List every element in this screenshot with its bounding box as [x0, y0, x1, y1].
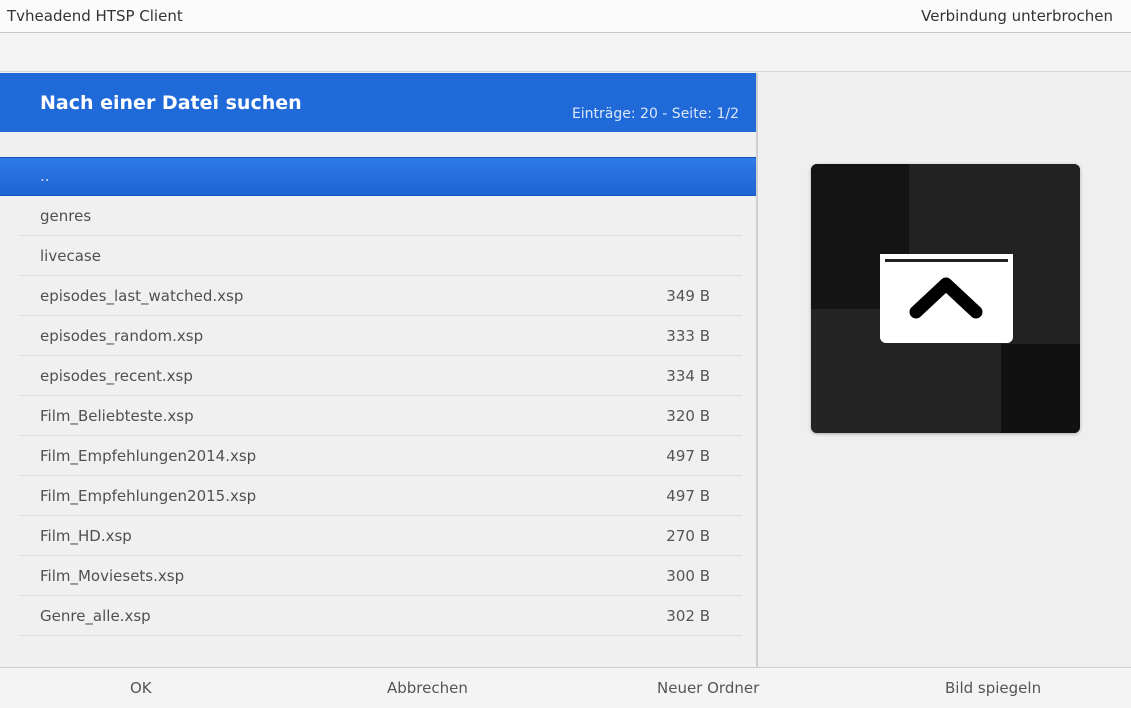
file-size: 497 B	[666, 487, 710, 505]
file-size: 333 B	[666, 327, 710, 345]
file-name: Film_Empfehlungen2015.xsp	[40, 487, 257, 505]
title-bar: Tvheadend HTSP Client Verbindung unterbr…	[0, 0, 1131, 33]
file-row[interactable]: episodes_last_watched.xsp 349 B	[20, 276, 742, 316]
folder-up-icon	[880, 254, 1013, 343]
file-name: Film_HD.xsp	[40, 527, 132, 545]
file-name: episodes_last_watched.xsp	[40, 287, 244, 305]
file-row[interactable]: Film_Moviesets.xsp 300 B	[20, 556, 742, 596]
file-name: genres	[40, 207, 92, 225]
file-row[interactable]: Film_HD.xsp 270 B	[20, 516, 742, 556]
sub-header-bar	[0, 33, 1131, 72]
file-size: 302 B	[666, 607, 710, 625]
dialog-title: Nach einer Datei suchen	[40, 92, 302, 114]
new-folder-button[interactable]: Neuer Ordner	[657, 679, 759, 697]
dialog-header: Nach einer Datei suchen Einträge: 20 - S…	[0, 73, 756, 132]
file-row[interactable]: episodes_random.xsp 333 B	[20, 316, 742, 356]
file-name: Genre_alle.xsp	[40, 607, 151, 625]
button-bar: OK Abbrechen Neuer Ordner Bild spiegeln	[0, 667, 1131, 708]
ok-button[interactable]: OK	[130, 679, 152, 697]
file-browser-dialog: Nach einer Datei suchen Einträge: 20 - S…	[0, 73, 1131, 667]
file-size: 300 B	[666, 567, 710, 585]
file-name: Film_Moviesets.xsp	[40, 567, 185, 585]
app-title: Tvheadend HTSP Client	[7, 7, 183, 25]
parent-directory-row[interactable]: ..	[0, 157, 756, 196]
file-name: Film_Beliebteste.xsp	[40, 407, 194, 425]
file-row[interactable]: episodes_recent.xsp 334 B	[20, 356, 742, 396]
file-row[interactable]: Genre_alle.xsp 302 B	[20, 596, 742, 636]
connection-status: Verbindung unterbrochen	[921, 7, 1113, 25]
file-name: livecase	[40, 247, 101, 265]
file-size: 349 B	[666, 287, 710, 305]
file-name: episodes_random.xsp	[40, 327, 204, 345]
file-row[interactable]: livecase	[20, 236, 742, 276]
file-row[interactable]: Film_Empfehlungen2015.xsp 497 B	[20, 476, 742, 516]
file-row[interactable]: Film_Beliebteste.xsp 320 B	[20, 396, 742, 436]
file-size: 320 B	[666, 407, 710, 425]
file-size: 270 B	[666, 527, 710, 545]
folder-preview-thumbnail	[811, 164, 1080, 433]
file-name: episodes_recent.xsp	[40, 367, 193, 385]
cancel-button[interactable]: Abbrechen	[387, 679, 468, 697]
preview-panel	[758, 73, 1131, 667]
chevron-up-icon	[909, 277, 983, 319]
file-name: ..	[40, 167, 50, 185]
entry-count: Einträge: 20 - Seite: 1/2	[571, 106, 739, 122]
file-row[interactable]: Film_Empfehlungen2014.xsp 497 B	[20, 436, 742, 476]
file-list-panel: Nach einer Datei suchen Einträge: 20 - S…	[0, 73, 758, 667]
mirror-image-button[interactable]: Bild spiegeln	[945, 679, 1041, 697]
file-size: 334 B	[666, 367, 710, 385]
file-name: Film_Empfehlungen2014.xsp	[40, 447, 257, 465]
file-size: 497 B	[666, 447, 710, 465]
file-row[interactable]: genres	[20, 196, 742, 236]
file-list[interactable]: .. genres livecase episodes_last_watched.xs…	[0, 157, 756, 636]
